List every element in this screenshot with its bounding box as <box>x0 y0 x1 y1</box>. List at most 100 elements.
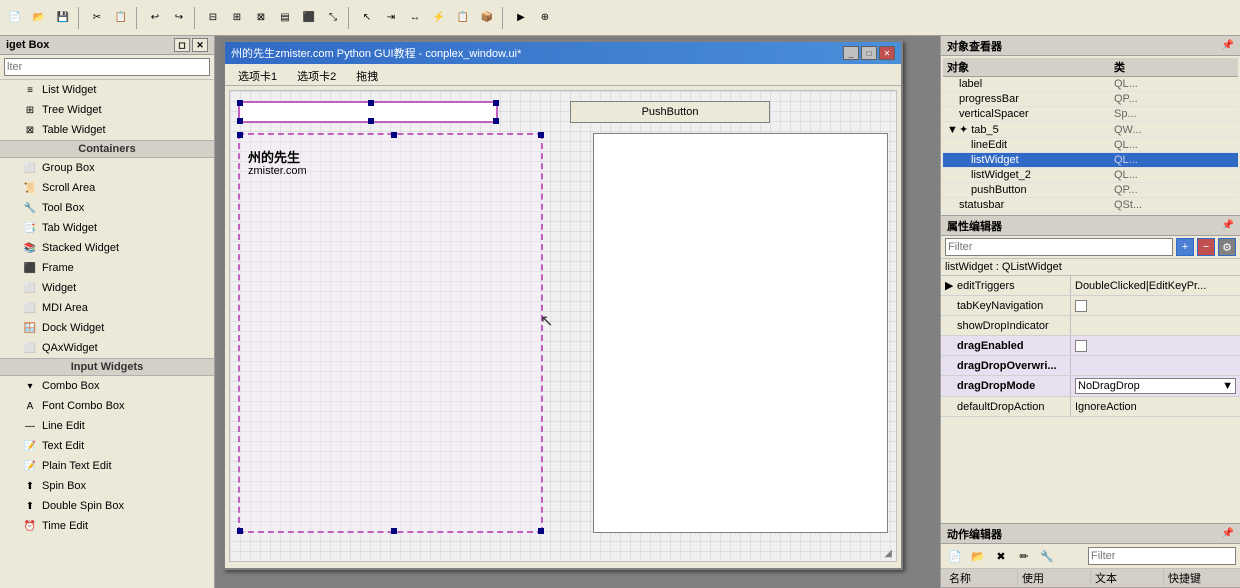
wb-item-dock-widget[interactable]: 🪟 Dock Widget <box>0 318 214 338</box>
prop-name-dragdropoverwri: dragDropOverwri... <box>941 356 1071 375</box>
wb-item-group-box[interactable]: ⬜ Group Box <box>0 158 214 178</box>
prop-row-defaultdropaction: defaultDropAction IgnoreAction <box>941 397 1240 417</box>
wb-item-list-widget[interactable]: ≡ List Widget <box>0 80 214 100</box>
layout-h-btn[interactable]: ⊟ <box>202 7 224 29</box>
signal-slot-btn[interactable]: ⚡ <box>428 7 450 29</box>
wb-item-combo-box[interactable]: ▾ Combo Box <box>0 376 214 396</box>
resize-grip[interactable]: ◢ <box>884 548 892 559</box>
obj-row-listwidget2[interactable]: listWidget_2 QL... <box>943 168 1238 183</box>
action-editor-pin[interactable]: 📌 <box>1222 528 1234 539</box>
action-filter-input[interactable] <box>1088 547 1236 565</box>
dragdropmode-dropdown[interactable]: NoDragDrop ▼ <box>1075 378 1236 394</box>
wb-item-time-edit[interactable]: ⏰ Time Edit <box>0 516 214 536</box>
design-listwidget2[interactable] <box>593 133 888 533</box>
widget-box-title: iget Box ◻ ✕ <box>0 36 214 55</box>
open-btn[interactable]: 📂 <box>28 7 50 29</box>
action-editor-btn[interactable]: 📋 <box>452 7 474 29</box>
qt-menu-tab3[interactable]: 拖拽 <box>347 66 387 83</box>
prop-name-dragenabled: dragEnabled <box>941 336 1071 355</box>
obj-class-progressbar: QP... <box>1114 93 1234 105</box>
checkbox-tabkeynavigation[interactable] <box>1075 300 1087 312</box>
preview2-btn[interactable]: ⊕ <box>534 7 556 29</box>
prop-filter-input[interactable] <box>945 238 1173 256</box>
obj-row-statusbar[interactable]: statusbar QSt... <box>943 198 1238 213</box>
checkbox-dragenabled[interactable] <box>1075 340 1087 352</box>
wb-item-label: List Widget <box>42 84 96 96</box>
resource-editor-btn[interactable]: 📦 <box>476 7 498 29</box>
wb-item-label: Text Edit <box>42 440 84 452</box>
layout-form-btn[interactable]: ▤ <box>274 7 296 29</box>
wb-item-tool-box[interactable]: 🔧 Tool Box <box>0 198 214 218</box>
wb-item-double-spin-box[interactable]: ⬆ Double Spin Box <box>0 496 214 516</box>
design-lineedit[interactable] <box>238 101 498 123</box>
prop-remove-btn[interactable]: − <box>1197 238 1215 256</box>
wb-filter-input[interactable] <box>4 58 210 76</box>
wb-item-tree-widget[interactable]: ⊞ Tree Widget <box>0 100 214 120</box>
wb-item-frame[interactable]: ⬛ Frame <box>0 258 214 278</box>
wb-item-scroll-area[interactable]: 📜 Scroll Area <box>0 178 214 198</box>
break-layout-btn[interactable]: ⬛ <box>298 7 320 29</box>
widget-box-close-btn[interactable]: ✕ <box>192 38 208 52</box>
obj-inspector-pin[interactable]: 📌 <box>1222 40 1234 51</box>
design-pushbutton[interactable]: PushButton <box>570 101 770 123</box>
qt-minimize-btn[interactable]: _ <box>843 46 859 60</box>
wb-item-spin-box[interactable]: ⬆ Spin Box <box>0 476 214 496</box>
copy-btn[interactable]: 📋 <box>110 7 132 29</box>
obj-row-progressbar[interactable]: progressBar QP... <box>943 92 1238 107</box>
buddy-btn[interactable]: ↔ <box>404 7 426 29</box>
qt-window-title-bar: 州的先生zmister.com Python GUI教程 - conplex_w… <box>225 42 901 64</box>
wb-item-mdi-area[interactable]: ⬜ MDI Area <box>0 298 214 318</box>
preview-btn[interactable]: ▶ <box>510 7 532 29</box>
redo-btn[interactable]: ↪ <box>168 7 190 29</box>
save-btn[interactable]: 💾 <box>52 7 74 29</box>
action-edit-btn[interactable]: ✏ <box>1014 546 1034 566</box>
wb-item-widget[interactable]: ⬜ Widget <box>0 278 214 298</box>
wb-item-tab-widget[interactable]: 📑 Tab Widget <box>0 218 214 238</box>
wb-item-qax-widget[interactable]: ⬜ QAxWidget <box>0 338 214 358</box>
adjust-size-btn[interactable]: ⤡ <box>322 7 344 29</box>
prop-editor-pin[interactable]: 📌 <box>1222 220 1234 231</box>
wb-item-font-combo-box[interactable]: A Font Combo Box <box>0 396 214 416</box>
layout-grid-btn[interactable]: ⊠ <box>250 7 272 29</box>
design-groupbox[interactable]: 州的先生 zmister.com <box>238 133 543 533</box>
undo-btn[interactable]: ↩ <box>144 7 166 29</box>
obj-row-pushbutton[interactable]: pushButton QP... <box>943 183 1238 198</box>
prop-add-btn[interactable]: + <box>1176 238 1194 256</box>
obj-expand-tab5[interactable]: ▼ <box>947 124 959 136</box>
obj-row-label[interactable]: label QL... <box>943 77 1238 92</box>
qt-menu-tab1[interactable]: 选项卡1 <box>229 66 286 83</box>
qt-menu-tab2[interactable]: 选项卡2 <box>288 66 345 83</box>
qt-menubar: 选项卡1 选项卡2 拖拽 <box>225 64 901 86</box>
obj-row-lineedit[interactable]: lineEdit QL... <box>943 138 1238 153</box>
expand-edittriggers[interactable]: ▶ <box>945 279 957 292</box>
action-editor-title-label: 动作编辑器 <box>947 526 1002 542</box>
prop-options-btn[interactable]: ⚙ <box>1218 238 1236 256</box>
obj-row-listwidget[interactable]: listWidget QL... <box>943 153 1238 168</box>
wb-item-stacked-widget[interactable]: 📚 Stacked Widget <box>0 238 214 258</box>
action-settings-btn[interactable]: 🔧 <box>1037 546 1057 566</box>
prop-value-dragdropmode[interactable]: NoDragDrop ▼ <box>1071 376 1240 396</box>
wb-item-label: Dock Widget <box>42 322 104 334</box>
obj-row-vspacer[interactable]: verticalSpacer Sp... <box>943 107 1238 122</box>
frame-icon: ⬛ <box>22 260 38 276</box>
obj-name-tab5: tab_5 <box>971 124 1114 136</box>
new-btn[interactable]: 📄 <box>4 7 26 29</box>
obj-row-tab5[interactable]: ▼ ✦ tab_5 QW... <box>943 122 1238 138</box>
pointer-btn[interactable]: ↖ <box>356 7 378 29</box>
action-delete-btn[interactable]: ✖ <box>991 546 1011 566</box>
widget-box-float-btn[interactable]: ◻ <box>174 38 190 52</box>
wb-item-line-edit[interactable]: — Line Edit <box>0 416 214 436</box>
design-canvas[interactable]: PushButton 州的先生 zmister.com <box>229 90 897 562</box>
wb-item-table-widget[interactable]: ⊠ Table Widget <box>0 120 214 140</box>
wb-item-plain-text-edit[interactable]: 📝 Plain Text Edit <box>0 456 214 476</box>
tab-order-btn[interactable]: ⇥ <box>380 7 402 29</box>
wb-item-text-edit[interactable]: 📝 Text Edit <box>0 436 214 456</box>
action-open-btn[interactable]: 📂 <box>968 546 988 566</box>
layout-v-btn[interactable]: ⊞ <box>226 7 248 29</box>
action-col-text: 文本 <box>1091 570 1164 586</box>
cut-btn[interactable]: ✂ <box>86 7 108 29</box>
wb-item-label: Line Edit <box>42 420 85 432</box>
qt-maximize-btn[interactable]: □ <box>861 46 877 60</box>
qt-close-btn[interactable]: ✕ <box>879 46 895 60</box>
action-new-btn[interactable]: 📄 <box>945 546 965 566</box>
